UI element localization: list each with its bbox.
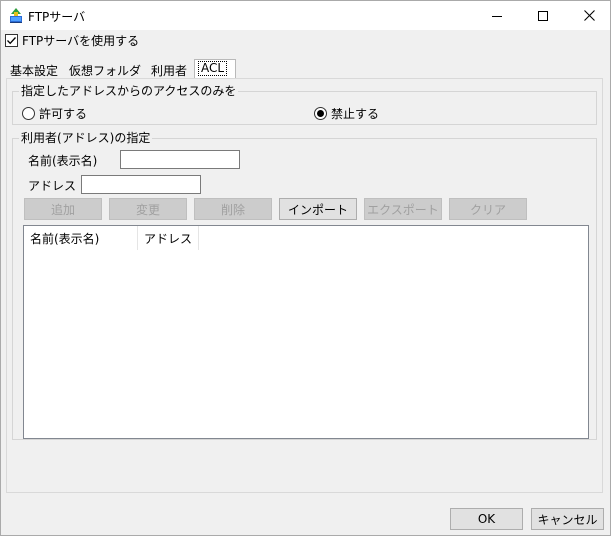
tab-label: 仮想フォルダ [69,64,142,78]
ok-button[interactable]: OK [450,508,523,530]
column-header-name[interactable]: 名前(表示名) [24,226,138,250]
cancel-button[interactable]: キャンセル [531,508,604,530]
ftp-server-dialog: FTPサーバ FTPサーバを使用する 基本設定 仮想フォルダ 利用者 ACL 指… [0,0,611,536]
app-icon [8,7,24,24]
tab-acl[interactable]: ACL [194,59,236,79]
tab-label: ACL [198,61,228,76]
close-button[interactable] [566,1,611,30]
change-button[interactable]: 変更 [109,198,187,220]
column-header-address[interactable]: アドレス [138,226,199,250]
minimize-icon [492,15,502,17]
allow-radio[interactable] [22,107,35,120]
tab-label: 利用者 [151,64,188,78]
address-input[interactable] [81,175,201,194]
enable-ftp-checkbox[interactable] [5,33,18,47]
name-label: 名前(表示名) [28,154,98,168]
acl-list[interactable]: 名前(表示名) アドレス [23,225,589,439]
add-button[interactable]: 追加 [24,198,102,220]
enable-ftp-label: FTPサーバを使用する [22,33,140,48]
clear-button[interactable]: クリア [449,198,527,220]
user-address-group: 利用者(アドレス)の指定 名前(表示名) アドレス 追加 変更 削除 インポート… [12,131,597,440]
name-input[interactable] [120,150,240,169]
minimize-button[interactable] [474,1,520,30]
tab-users[interactable]: 利用者 [148,61,190,79]
tab-basic-settings[interactable]: 基本設定 [7,61,61,79]
access-mode-title: 指定したアドレスからのアクセスのみを [19,84,239,98]
export-button[interactable]: エクスポート [364,198,442,220]
user-address-title: 利用者(アドレス)の指定 [19,131,153,145]
title-bar: FTPサーバ [1,1,610,30]
maximize-button[interactable] [520,1,566,30]
acl-panel: 指定したアドレスからのアクセスのみを 許可する 禁止する 利用者(アドレス)の指… [6,78,603,493]
maximize-icon [538,10,548,21]
close-icon [583,10,595,21]
delete-button[interactable]: 削除 [194,198,272,220]
checkmark-icon [7,36,16,44]
tab-virtual-folder[interactable]: 仮想フォルダ [66,61,144,79]
deny-option[interactable]: 禁止する [314,105,379,122]
deny-radio[interactable] [314,107,327,120]
tab-label: 基本設定 [10,64,59,78]
deny-label: 禁止する [331,107,380,121]
allow-option[interactable]: 許可する [22,105,87,122]
allow-label: 許可する [39,107,88,121]
import-button[interactable]: インポート [279,198,357,220]
access-mode-group: 指定したアドレスからのアクセスのみを 許可する 禁止する [12,84,597,125]
address-label: アドレス [28,179,77,193]
window-title: FTPサーバ [28,10,86,24]
enable-ftp-row[interactable]: FTPサーバを使用する [5,32,139,48]
